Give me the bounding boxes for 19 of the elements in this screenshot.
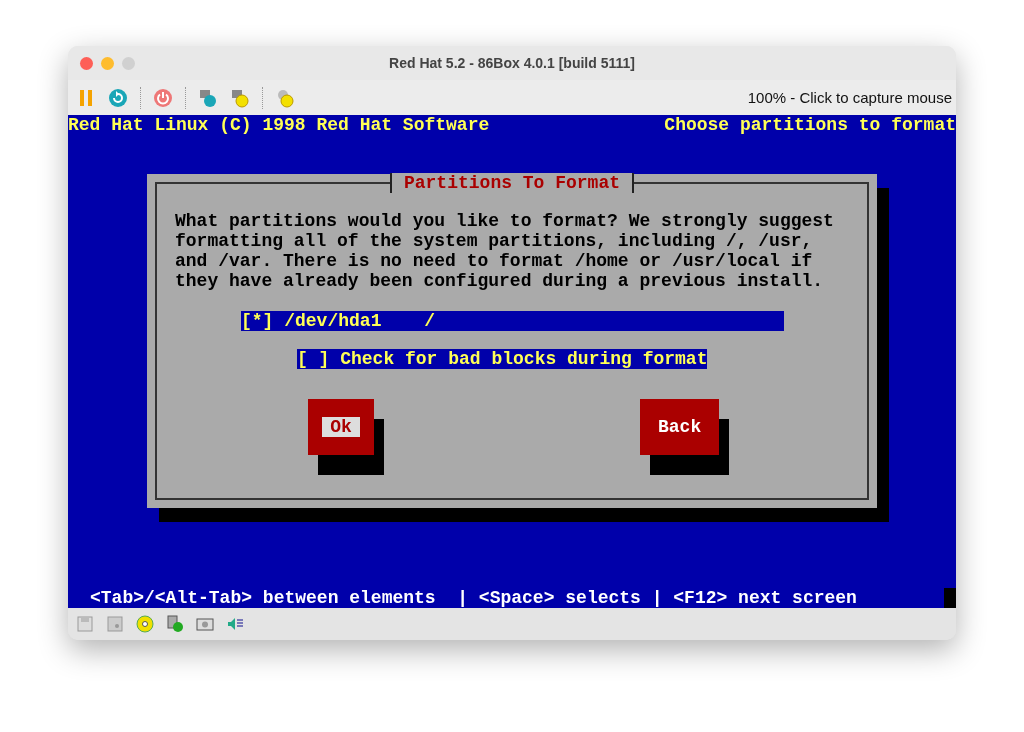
copyright-text: Red Hat Linux (C) 1998 Red Hat Software — [68, 115, 490, 135]
cd-icon[interactable] — [136, 615, 154, 633]
zoom-button[interactable] — [122, 56, 135, 70]
bad-blocks-checkbox[interactable]: [ ] Check for bad blocks during format — [297, 349, 708, 369]
floppy-icon[interactable] — [76, 615, 94, 633]
window-title: Red Hat 5.2 - 86Box 4.0.1 [build 5111] — [389, 55, 635, 71]
reset-icon[interactable] — [108, 87, 128, 108]
partition-item[interactable]: [*] /dev/hda1 / — [241, 311, 784, 331]
floppy-icon[interactable] — [106, 615, 124, 633]
screen-title: Choose partitions to format — [664, 115, 956, 135]
help-line: <Tab>/<Alt-Tab> between elements | <Space> selects | <F12> next screen — [90, 588, 857, 608]
dialog-title: Partitions To Format — [389, 173, 634, 193]
close-button[interactable] — [80, 56, 93, 70]
minimize-button[interactable] — [101, 56, 114, 70]
text-cursor — [944, 588, 956, 608]
capture-status: 100% - Click to capture mouse — [747, 89, 952, 106]
dialog-message: What partitions would you like to format? We strongly suggest formatting all of the system partitions, including /, /usr, and /var. There is no need to format /home or /usr/local if they have already been configured during a previous install. — [175, 211, 835, 291]
network-icon[interactable] — [166, 615, 184, 633]
power-icon[interactable] — [153, 87, 173, 108]
